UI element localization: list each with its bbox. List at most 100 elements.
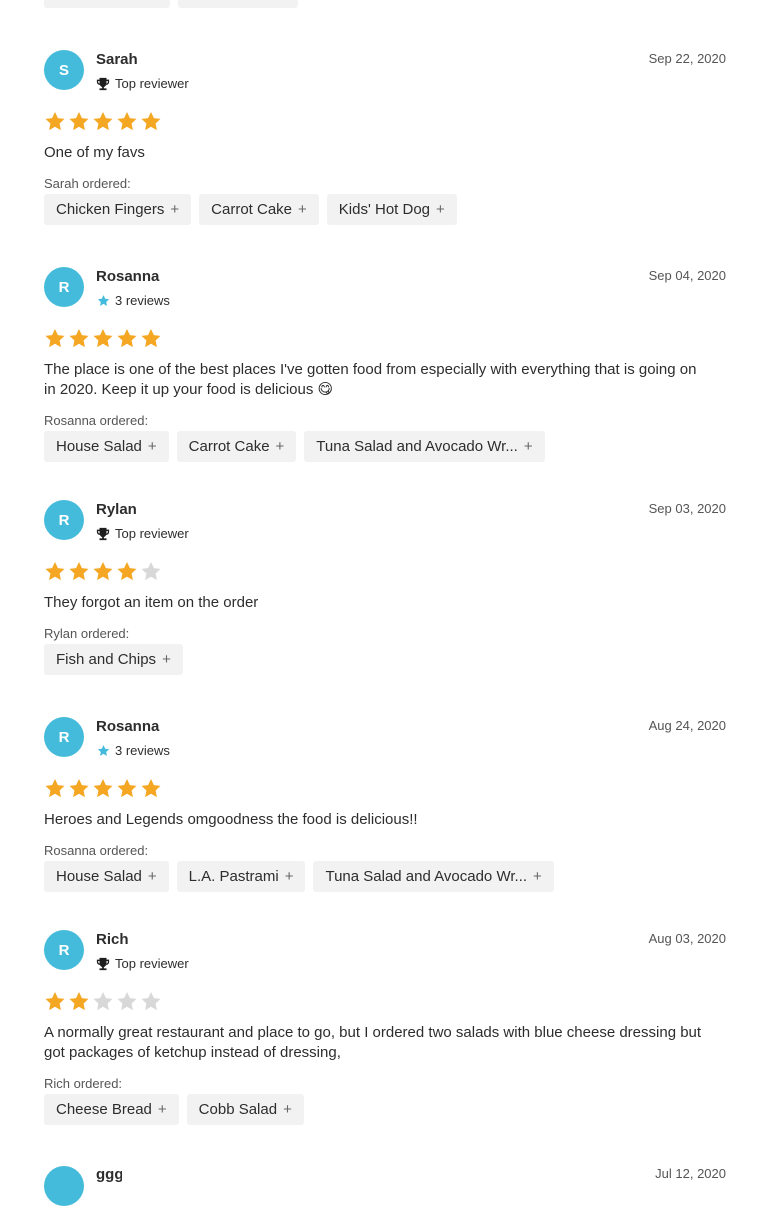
add-item-chip[interactable]: House Salad + — [44, 861, 169, 892]
review-text: Heroes and Legends omgoodness the food i… — [44, 811, 418, 828]
ordered-label: Rosanna ordered: — [44, 843, 149, 858]
plus-icon: + — [170, 201, 180, 218]
previous-item-chip[interactable] — [44, 0, 170, 8]
badge-text: Top reviewer — [115, 956, 189, 971]
reviewer-badge: Top reviewer — [96, 956, 189, 971]
star-filled-icon — [141, 112, 161, 131]
add-item-chip[interactable]: L.A. Pastrami + — [176, 861, 306, 892]
item-name: Carrot Cake — [188, 438, 270, 455]
item-name: Chicken Fingers — [56, 201, 165, 218]
star-empty-icon — [141, 562, 161, 581]
plus-icon: + — [284, 868, 294, 885]
star-empty-icon — [93, 992, 113, 1011]
star-rating — [44, 327, 162, 349]
reviewer-name: Rich — [96, 931, 129, 948]
ordered-label: Rich ordered: — [44, 1076, 123, 1091]
ordered-label: Sarah ordered: — [44, 176, 131, 191]
star-filled-icon — [141, 329, 161, 348]
review-date: Sep 04, 2020 — [648, 268, 726, 283]
reviewer-name: ggg — [96, 1166, 122, 1182]
review-date: Aug 03, 2020 — [648, 931, 726, 946]
item-name: House Salad — [56, 868, 142, 885]
plus-icon: + — [523, 438, 533, 455]
badge-text: 3 reviews — [115, 743, 170, 758]
star-rating — [44, 560, 162, 582]
add-item-chip[interactable]: Carrot Cake + — [199, 194, 319, 225]
add-item-chip[interactable]: Cobb Salad + — [186, 1094, 304, 1125]
ordered-items: Chicken Fingers + Carrot Cake + Kids' Hot Do… — [44, 194, 457, 225]
plus-icon: + — [275, 438, 285, 455]
ordered-label: Rosanna ordered: — [44, 413, 149, 428]
star-filled-icon — [45, 992, 65, 1011]
star-filled-icon — [69, 992, 89, 1011]
star-filled-icon — [69, 562, 89, 581]
item-name: Kids' Hot Dog — [338, 201, 431, 218]
star-filled-icon — [45, 329, 65, 348]
ordered-label: Rylan ordered: — [44, 626, 130, 641]
previous-review-items — [44, 0, 298, 8]
review-text: One of my favs — [44, 144, 145, 161]
add-item-chip[interactable]: Tuna Salad and Avocado Wr... + — [313, 861, 554, 892]
item-name: Fish and Chips — [56, 651, 157, 668]
plus-icon: + — [157, 1101, 167, 1118]
star-filled-icon — [69, 779, 89, 798]
reviewer-name: Rosanna — [96, 268, 160, 285]
star-icon — [96, 294, 110, 308]
add-item-chip[interactable]: Fish and Chips + — [44, 644, 183, 675]
star-empty-icon — [117, 992, 137, 1011]
add-item-chip[interactable]: Cheese Bread + — [44, 1094, 179, 1125]
item-name: Carrot Cake — [211, 201, 293, 218]
badge-star-icon — [97, 295, 109, 306]
reviewer-badge: 3 reviews — [96, 743, 170, 758]
badge-text: 3 reviews — [115, 293, 170, 308]
review-text: The place is one of the best places I've… — [44, 361, 697, 398]
trophy-icon — [96, 77, 110, 91]
reviewer-name: Sarah — [96, 51, 138, 68]
badge-text: Top reviewer — [115, 76, 189, 91]
trophy-icon — [96, 957, 110, 971]
avatar: R — [44, 717, 84, 757]
reviewer-badge: 3 reviews — [96, 293, 170, 308]
review-text: A normally great restaurant and place to… — [44, 1024, 702, 1061]
plus-icon: + — [162, 651, 171, 668]
star-filled-icon — [93, 562, 113, 581]
star-filled-icon — [93, 112, 113, 131]
add-item-chip[interactable]: House Salad + — [44, 431, 169, 462]
item-name: Cobb Salad — [198, 1101, 278, 1118]
star-icon — [96, 744, 110, 758]
star-rating — [44, 990, 162, 1012]
star-filled-icon — [69, 112, 89, 131]
item-name: Tuna Salad and Avocado Wr... — [325, 868, 527, 885]
badge-star-icon — [97, 745, 109, 756]
ordered-items: Cheese Bread + Cobb Salad + — [44, 1094, 304, 1125]
star-rating — [44, 777, 162, 799]
plus-icon: + — [283, 1101, 292, 1118]
avatar: S — [44, 50, 84, 90]
ordered-items: House Salad + L.A. Pastrami + Tuna Salad and… — [44, 861, 554, 892]
star-filled-icon — [117, 562, 137, 581]
reviewer-badge: Top reviewer — [96, 526, 189, 541]
avatar: R — [44, 267, 84, 307]
add-item-chip[interactable]: Chicken Fingers + — [44, 194, 192, 225]
review-date: Sep 03, 2020 — [648, 501, 726, 516]
plus-icon: + — [436, 201, 445, 218]
star-filled-icon — [45, 112, 65, 131]
reviewer-badge: Top reviewer — [96, 76, 189, 91]
add-item-chip[interactable]: Tuna Salad and Avocado Wr... + — [304, 431, 545, 462]
ordered-items: Fish and Chips + — [44, 644, 183, 675]
star-filled-icon — [117, 112, 137, 131]
reviewer-name: Rosanna — [96, 718, 160, 735]
previous-item-chip[interactable] — [178, 0, 298, 8]
review-text: They forgot an item on the order — [44, 594, 259, 611]
review-date: Sep 22, 2020 — [648, 51, 726, 66]
plus-icon: + — [533, 868, 542, 885]
star-filled-icon — [93, 329, 113, 348]
item-name: House Salad — [56, 438, 142, 455]
item-name: Tuna Salad and Avocado Wr... — [316, 438, 518, 455]
review-date: Jul 12, 2020 — [655, 1166, 726, 1181]
add-item-chip[interactable]: Carrot Cake + — [176, 431, 297, 462]
star-filled-icon — [69, 329, 89, 348]
star-filled-icon — [141, 779, 161, 798]
add-item-chip[interactable]: Kids' Hot Dog + — [326, 194, 457, 225]
plus-icon: + — [298, 201, 307, 218]
